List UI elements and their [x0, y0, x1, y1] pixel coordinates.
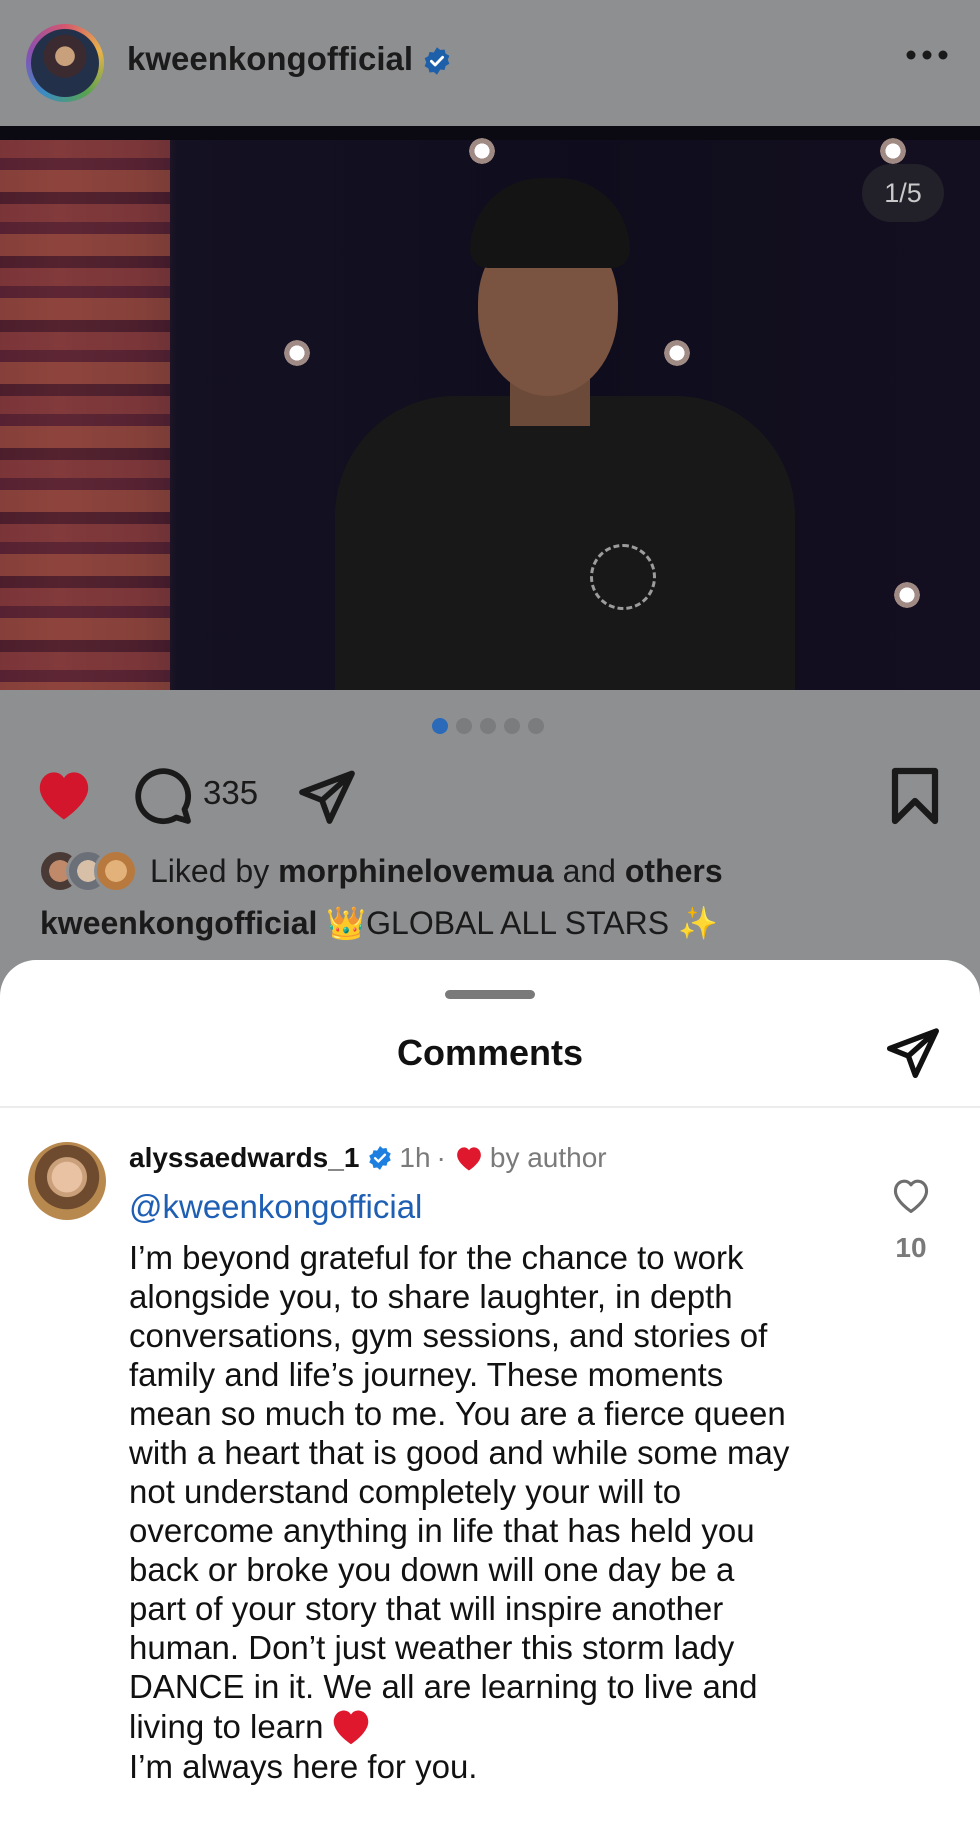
liked-by-author: by author: [489, 1142, 607, 1173]
comment-count: 335: [203, 774, 259, 811]
stage-curtain: [0, 140, 170, 690]
liked-by-others[interactable]: others: [625, 853, 723, 889]
post-caption: kweenkongofficial 👑GLOBAL ALL STARS ✨: [40, 904, 718, 942]
avatar[interactable]: [28, 1142, 106, 1220]
bookmark-icon[interactable]: [890, 766, 940, 826]
more-icon[interactable]: [905, 48, 949, 62]
verified-icon: [369, 1146, 392, 1170]
liked-by[interactable]: Liked by morphinelovemua and others: [38, 846, 723, 896]
comment-body: I’m beyond grateful for the chance to wo…: [129, 1238, 859, 1746]
divider: [0, 1106, 980, 1108]
avatar: [94, 849, 138, 893]
slide-counter: 1/5: [862, 164, 944, 222]
carousel-dots: [432, 718, 544, 734]
profile-avatar[interactable]: [26, 24, 104, 102]
comment-tail: I’m always here for you.: [129, 1748, 478, 1785]
carousel-dot: [504, 718, 520, 734]
liked-by-prefix: Liked by: [150, 852, 270, 889]
comment-like-count: 10: [895, 1232, 927, 1263]
meta-separator: ·: [436, 1142, 446, 1173]
carousel-dot: [456, 718, 472, 734]
verified-icon: [424, 47, 450, 76]
post-actions: 335: [0, 756, 980, 828]
carousel-dot: [480, 718, 496, 734]
carousel-dot: [432, 718, 448, 734]
heart-icon[interactable]: [33, 766, 95, 822]
shirt-logo: [590, 544, 656, 610]
liked-by-user[interactable]: morphinelovemua: [278, 853, 554, 889]
comment-meta: alyssaedwards_1 1h · by author: [129, 1142, 607, 1174]
sheet-title: Comments: [396, 1032, 584, 1073]
comment-text: I’m beyond grateful for the chance to wo…: [129, 1239, 790, 1745]
heart-emoji-icon: [334, 1710, 369, 1745]
comment-time: 1h: [399, 1142, 431, 1173]
comment-username[interactable]: alyssaedwards_1: [129, 1142, 359, 1174]
carousel-dot: [528, 718, 544, 734]
caption-username[interactable]: kweenkongofficial: [40, 905, 317, 941]
heart-outline-icon[interactable]: [890, 1176, 932, 1214]
comment-icon[interactable]: [133, 766, 193, 826]
comments-sheet: Comments alyssaedwards_1 1h · by author …: [0, 960, 980, 1827]
sheet-grabber[interactable]: [445, 990, 535, 999]
share-icon[interactable]: [296, 766, 358, 826]
heart-icon: [457, 1147, 481, 1171]
comment-mention[interactable]: @kweenkongofficial: [129, 1188, 422, 1226]
post-username[interactable]: kweenkongofficial: [127, 40, 452, 78]
post-header: kweenkongofficial: [0, 0, 980, 126]
liked-by-and: and: [562, 852, 616, 889]
post-media[interactable]: [0, 126, 980, 690]
share-icon[interactable]: [884, 1024, 942, 1080]
caption-text: 👑GLOBAL ALL STARS ✨: [326, 905, 718, 941]
